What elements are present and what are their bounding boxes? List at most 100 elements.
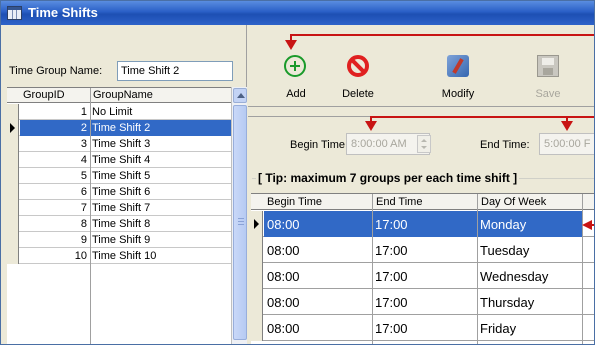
scroll-up-arrow-icon[interactable] bbox=[233, 88, 247, 103]
groups-scrollbar[interactable] bbox=[231, 87, 247, 344]
annotation-arrow-row-icon bbox=[582, 220, 592, 230]
end-time-cell: 17:00 bbox=[375, 269, 408, 284]
delete-button[interactable]: Delete bbox=[332, 25, 384, 105]
grid-table-icon bbox=[7, 6, 22, 20]
plus-circle-icon bbox=[284, 55, 306, 77]
add-button-label: Add bbox=[286, 88, 306, 100]
add-button[interactable]: Add bbox=[270, 25, 322, 105]
annotation-arrow-add-icon bbox=[285, 40, 297, 50]
groups-table-row[interactable]: 9 Time Shift 9 bbox=[7, 232, 231, 248]
row-indicator[interactable] bbox=[7, 136, 19, 152]
shifts-table-row[interactable]: 08:00 17:00 Monday bbox=[251, 211, 594, 237]
group-name-cell: No Limit bbox=[92, 106, 133, 118]
end-time-cell: 17:00 bbox=[375, 243, 408, 258]
row-indicator[interactable] bbox=[7, 168, 19, 184]
end-time-cell: 17:00 bbox=[375, 321, 408, 336]
group-id-cell: 4 bbox=[80, 154, 87, 166]
row-indicator[interactable] bbox=[7, 248, 19, 264]
title-bar[interactable]: Time Shifts bbox=[1, 1, 594, 25]
group-name-cell: Time Shift 10 bbox=[92, 250, 157, 262]
groups-table-row[interactable]: 5 Time Shift 5 bbox=[7, 168, 231, 184]
row-indicator[interactable] bbox=[251, 237, 263, 263]
floppy-disk-icon bbox=[537, 55, 559, 77]
begin-time-cell: 08:00 bbox=[267, 295, 300, 310]
shifts-table-row[interactable]: 08:00 17:00 Friday bbox=[251, 315, 594, 341]
group-name-cell: Time Shift 4 bbox=[92, 154, 151, 166]
groups-table-row[interactable]: 3 Time Shift 3 bbox=[7, 136, 231, 152]
group-id-cell: 10 bbox=[74, 250, 87, 262]
column-header-day-of-week[interactable]: Day Of Week bbox=[481, 196, 546, 208]
tools-icon bbox=[447, 55, 469, 77]
day-of-week-cell: Friday bbox=[480, 321, 517, 336]
window-title: Time Shifts bbox=[28, 5, 98, 20]
column-header-groupid[interactable]: GroupID bbox=[23, 89, 65, 101]
no-entry-icon bbox=[347, 55, 369, 77]
time-range-panel: Begin Time: End Time: bbox=[248, 116, 594, 168]
toolbar: Add Delete Modify Save bbox=[248, 25, 594, 107]
row-indicator[interactable] bbox=[7, 200, 19, 216]
group-id-cell: 3 bbox=[80, 138, 87, 150]
row-indicator[interactable] bbox=[7, 184, 19, 200]
group-id-cell: 8 bbox=[80, 218, 87, 230]
row-indicator[interactable] bbox=[7, 232, 19, 248]
save-button[interactable]: Save bbox=[522, 25, 574, 105]
row-indicator[interactable] bbox=[7, 120, 19, 136]
groups-table-row[interactable]: 6 Time Shift 6 bbox=[7, 184, 231, 200]
groups-table-row[interactable]: 8 Time Shift 8 bbox=[7, 216, 231, 232]
annotation-arrow-begin-icon bbox=[365, 121, 377, 131]
group-name-cell: Time Shift 7 bbox=[92, 202, 151, 214]
group-name-cell: Time Shift 5 bbox=[92, 170, 151, 182]
groups-table-row[interactable]: 1 No Limit bbox=[7, 104, 231, 120]
group-id-cell: 6 bbox=[80, 186, 87, 198]
row-indicator[interactable] bbox=[7, 152, 19, 168]
group-name-cell: Time Shift 8 bbox=[92, 218, 151, 230]
groups-table-row[interactable]: 10 Time Shift 10 bbox=[7, 248, 231, 264]
shifts-grid: Begin Time End Time Day Of Week 08:00 17:… bbox=[251, 193, 594, 344]
groups-table-row[interactable]: 2 Time Shift 2 bbox=[7, 120, 231, 136]
row-indicator[interactable] bbox=[251, 263, 263, 289]
save-button-label: Save bbox=[535, 88, 561, 100]
shifts-table-row[interactable]: 08:00 17:00 Thursday bbox=[251, 289, 594, 315]
row-indicator[interactable] bbox=[7, 216, 19, 232]
groups-grid: GroupID GroupName 1 No Limit 2 Time Shift 2… bbox=[7, 87, 231, 344]
column-header-end-time[interactable]: End Time bbox=[376, 196, 422, 208]
end-time-cell: 17:00 bbox=[375, 217, 408, 232]
group-name-cell: Time Shift 9 bbox=[92, 234, 151, 246]
groups-table-row[interactable]: 7 Time Shift 7 bbox=[7, 200, 231, 216]
time-group-name-input[interactable] bbox=[117, 61, 233, 81]
group-id-cell: 5 bbox=[80, 170, 87, 182]
groups-grid-header: GroupID GroupName bbox=[7, 88, 231, 103]
current-row-arrow-icon bbox=[254, 219, 259, 229]
row-indicator[interactable] bbox=[251, 315, 263, 341]
begin-time-spinner[interactable] bbox=[417, 135, 431, 153]
day-of-week-cell: Wednesday bbox=[480, 269, 549, 284]
scroll-thumb[interactable] bbox=[233, 105, 247, 340]
tip-text: [ Tip: maximum 7 groups per each time sh… bbox=[256, 171, 520, 185]
begin-time-cell: 08:00 bbox=[267, 243, 300, 258]
modify-button-label: Modify bbox=[441, 88, 475, 100]
begin-time-cell: 08:00 bbox=[267, 269, 300, 284]
shifts-grid-header: Begin Time End Time Day Of Week bbox=[251, 194, 594, 210]
column-header-begin-time[interactable]: Begin Time bbox=[267, 196, 322, 208]
group-name-cell: Time Shift 3 bbox=[92, 138, 151, 150]
current-row-arrow-icon bbox=[10, 123, 15, 133]
day-of-week-cell: Thursday bbox=[480, 295, 535, 310]
annotation-line-top bbox=[291, 34, 594, 36]
group-id-cell: 9 bbox=[80, 234, 87, 246]
modify-button[interactable]: Modify bbox=[432, 25, 484, 105]
delete-button-label: Delete bbox=[342, 88, 374, 100]
groups-table-row[interactable]: 4 Time Shift 4 bbox=[7, 152, 231, 168]
column-header-groupname[interactable]: GroupName bbox=[93, 89, 153, 101]
row-indicator[interactable] bbox=[251, 289, 263, 315]
end-time-input[interactable] bbox=[539, 133, 594, 155]
annotation-line-times bbox=[371, 116, 594, 118]
group-id-cell: 7 bbox=[80, 202, 87, 214]
end-time-label: End Time: bbox=[480, 139, 530, 151]
shifts-table-row[interactable]: 08:00 17:00 Wednesday bbox=[251, 263, 594, 289]
shifts-table-row[interactable]: 08:00 17:00 Tuesday bbox=[251, 237, 594, 263]
group-id-cell: 2 bbox=[80, 122, 87, 134]
row-indicator[interactable] bbox=[251, 211, 263, 237]
row-indicator[interactable] bbox=[7, 104, 19, 120]
day-of-week-cell: Monday bbox=[480, 217, 527, 232]
begin-time-label: Begin Time: bbox=[290, 139, 349, 151]
